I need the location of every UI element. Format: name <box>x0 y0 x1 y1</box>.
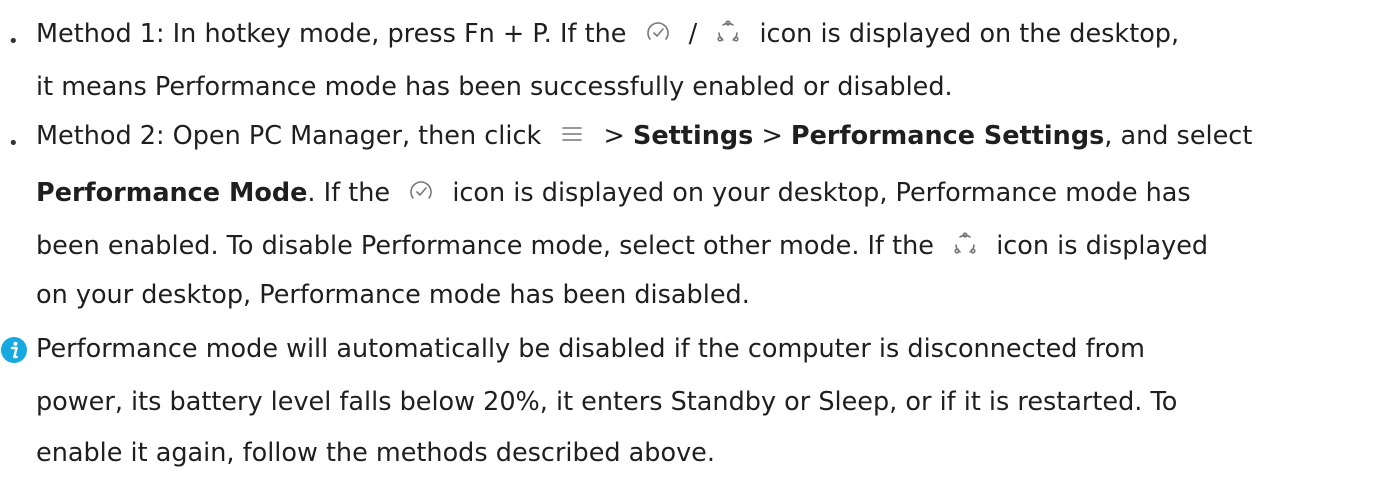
method2-line3-text-a: been enabled. To disable Performance mod… <box>36 231 934 261</box>
method2-line4: on your desktop, Performance mode has be… <box>36 280 750 310</box>
method1-line1: Method 1: In hotkey mode, press Fn + P. … <box>36 17 1179 51</box>
method2-text-b: , and select <box>1104 121 1253 151</box>
performance-mode-label: Performance Mode <box>36 178 308 208</box>
note-line3: enable it again, follow the methods desc… <box>36 438 715 468</box>
settings-label: Settings <box>632 121 754 151</box>
method1-line2: it means Performance mode has been succe… <box>36 72 953 102</box>
performance-mode-icon <box>645 19 671 45</box>
note-line1: Performance mode will automatically be d… <box>36 334 1145 364</box>
method2-text-a: Method 2: Open PC Manager, then click <box>36 121 542 151</box>
method2-line2-text-b: icon is displayed on your desktop, Perfo… <box>452 178 1191 208</box>
bullet: • <box>8 133 19 154</box>
bullet: • <box>8 31 19 52</box>
method2-line3: been enabled. To disable Performance mod… <box>36 229 1208 263</box>
menu-separator: > <box>603 121 625 151</box>
method1-text-b: icon is displayed on the desktop, <box>759 19 1180 49</box>
info-icon <box>0 336 28 364</box>
menu-separator: > <box>761 121 783 151</box>
note-line2: power, its battery level falls below 20%… <box>36 387 1178 417</box>
method2-line1: Method 2: Open PC Manager, then click > … <box>36 119 1252 153</box>
normal-mode-icon <box>715 19 741 45</box>
document-page: • Method 1: In hotkey mode, press Fn + P… <box>0 0 1397 486</box>
performance-settings-label: Performance Settings <box>790 121 1105 151</box>
performance-mode-icon <box>408 178 434 204</box>
method2-line2-text-a: . If the <box>307 178 391 208</box>
method2-line3-text-b: icon is displayed <box>996 231 1209 261</box>
normal-mode-icon <box>952 231 978 257</box>
menu-icon <box>559 121 585 147</box>
method2-line2: Performance Mode. If the icon is display… <box>36 176 1191 210</box>
method1-text-a: Method 1: In hotkey mode, press Fn + P. … <box>36 19 627 49</box>
icon-separator: / <box>688 19 698 49</box>
